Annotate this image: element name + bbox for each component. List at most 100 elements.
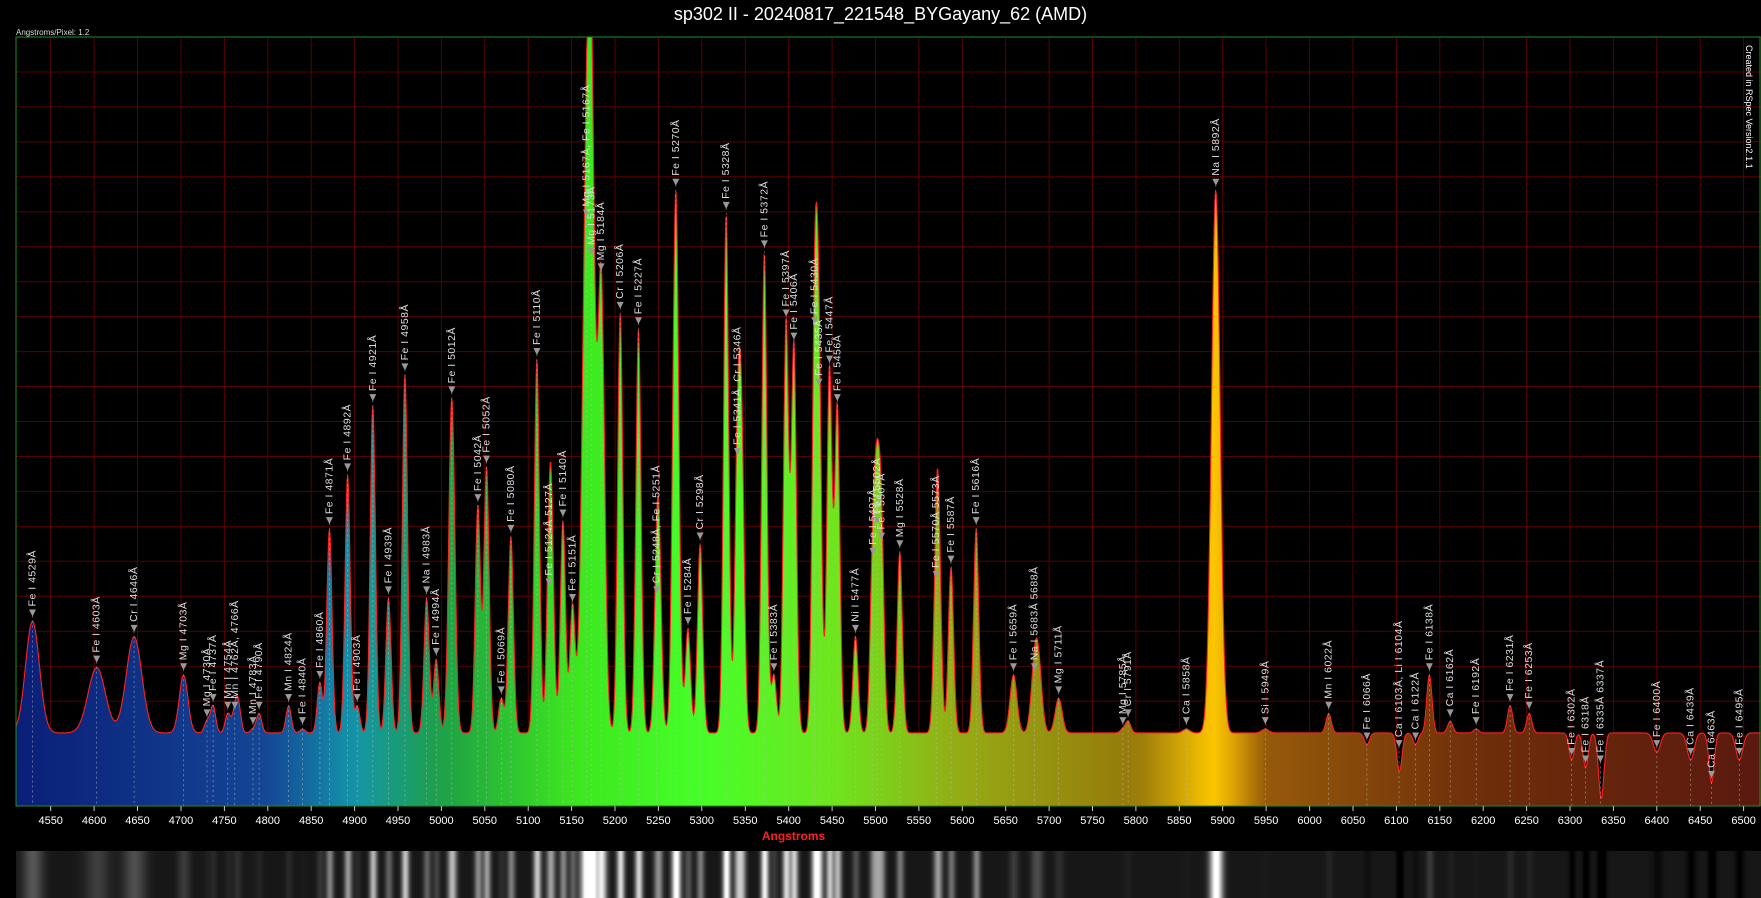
line-label: Fe I 4994Å xyxy=(429,589,442,645)
line-marker-triangle xyxy=(1425,663,1433,671)
line-label: Mg I 5184Å xyxy=(594,202,607,261)
line-marker-triangle xyxy=(770,663,778,671)
line-label: Fe I 6318Å xyxy=(1579,696,1592,752)
line-label: Fe I 5151Å xyxy=(566,535,579,591)
line-marker-triangle xyxy=(1506,694,1514,702)
line-label: Mn I 6022Å xyxy=(1322,640,1335,699)
line-label: Fe I 5616Å xyxy=(969,458,982,514)
line-label: Fe I 5270Å xyxy=(669,119,682,175)
line-label: Fe I 6231Å xyxy=(1503,635,1516,691)
line-label: Fe I 5383Å xyxy=(767,604,780,660)
line-label: Fe I 6253Å xyxy=(1522,642,1535,698)
line-label: Mg I 5711Å xyxy=(1052,625,1065,683)
line-label: Fe I 4892Å xyxy=(341,404,354,460)
x-tick-label: 4750 xyxy=(212,815,236,827)
x-tick-label: 5800 xyxy=(1124,815,1148,827)
x-tick-label: 4550 xyxy=(38,815,62,827)
x-tick-label: 6350 xyxy=(1601,815,1625,827)
x-tick-label: 5100 xyxy=(516,815,540,827)
line-label: Na I 5892Å xyxy=(1209,118,1222,176)
line-label: Fe I 5372Å xyxy=(757,181,770,237)
line-marker-triangle xyxy=(896,540,904,548)
line-label: Na I 4983Å xyxy=(420,526,433,584)
x-tick-label: 6100 xyxy=(1384,815,1408,827)
line-marker-triangle xyxy=(684,617,692,625)
x-axis-title: Angstroms xyxy=(762,829,826,843)
line-label: Fe I 4840Å xyxy=(296,658,309,714)
line-label: Fe I 5570Å 5573Å xyxy=(929,475,942,568)
line-label: Fe I 4790Å xyxy=(252,642,265,698)
line-marker-triangle xyxy=(696,532,704,540)
line-label: Mn I 4762Å, 4766Å xyxy=(228,600,241,698)
line-label: Fe I 5328Å xyxy=(719,142,732,198)
line-marker-triangle xyxy=(1472,717,1480,725)
x-tick-label: 5650 xyxy=(993,815,1017,827)
line-label: Cr I 5298Å xyxy=(693,474,706,529)
line-label: Fe I 6192Å xyxy=(1469,658,1482,714)
line-label: Si I 5949Å xyxy=(1258,661,1271,714)
line-marker-triangle xyxy=(559,509,567,517)
x-tick-label: 5000 xyxy=(429,815,453,827)
line-label: Ca I 6162Å xyxy=(1443,649,1456,707)
line-marker-triangle xyxy=(401,363,409,371)
x-tick-label: 6000 xyxy=(1297,815,1321,827)
x-tick-label: 5250 xyxy=(646,815,670,827)
x-tick-label: 4900 xyxy=(342,815,366,827)
line-marker-triangle xyxy=(497,686,505,694)
x-tick-label: 6200 xyxy=(1471,815,1495,827)
line-label: Cr I 4646Å xyxy=(127,567,140,622)
line-marker-triangle xyxy=(635,317,642,325)
line-label: Ca I 5858Å xyxy=(1179,657,1192,715)
line-label: Fe I 5124Å 5127Å xyxy=(542,483,555,576)
line-marker-triangle xyxy=(1446,709,1454,717)
line-marker-triangle xyxy=(1055,686,1063,694)
line-label: Cr I 5791Å xyxy=(1121,651,1134,706)
line-label: Fe I 4939Å xyxy=(381,527,394,583)
line-label: Fe I 6302Å xyxy=(1565,688,1578,744)
line-label: Cr I 5206Å xyxy=(613,244,626,299)
line-label: Fe I 5406Å xyxy=(787,273,800,329)
line-label: Fe I 6400Å xyxy=(1650,681,1663,737)
x-tick-label: 4700 xyxy=(169,815,193,827)
spectrum-chart: Fe I 4529Å Fe I 4603Å Cr I 4646Å Mg I 4703Å… xyxy=(15,36,1761,843)
x-tick-label: 5350 xyxy=(733,815,757,827)
scale-label: Angstroms/Pixel: 1.2 xyxy=(16,28,90,37)
line-label: Mn I 4824Å xyxy=(282,632,295,691)
x-tick-label: 6400 xyxy=(1645,815,1669,827)
x-tick-label: 5500 xyxy=(863,815,887,827)
line-label: Fe I 5284Å xyxy=(681,558,694,614)
line-marker-triangle xyxy=(224,701,232,709)
line-label: Fe I 5659Å xyxy=(1007,604,1020,660)
line-marker-triangle xyxy=(432,647,440,655)
line-marker-triangle xyxy=(790,332,798,340)
chart-title: sp302 II - 20240817_221548_BYGayany_62 (… xyxy=(673,4,1088,24)
x-tick-label: 5900 xyxy=(1210,815,1234,827)
line-label: Cr I 5248Å, Fe I 5251Å xyxy=(650,465,663,583)
spectrum-barcode-strip xyxy=(16,851,1761,898)
line-label: Fe I 4871Å xyxy=(322,458,335,514)
x-tick-label: 5950 xyxy=(1254,815,1278,827)
line-label: Fe I 5069Å xyxy=(494,627,507,683)
line-marker-triangle xyxy=(722,201,730,209)
line-label: Fe I 4529Å xyxy=(26,550,39,606)
line-label: Ca I 6122Å xyxy=(1409,672,1422,730)
line-label: Fe I 5110Å xyxy=(530,289,543,345)
x-tick-label: 6250 xyxy=(1514,815,1538,827)
line-marker-triangle xyxy=(1261,717,1269,725)
line-label: Fe I 4737Å xyxy=(206,635,219,691)
x-tick-label: 4600 xyxy=(82,815,106,827)
x-tick-label: 5600 xyxy=(950,815,974,827)
x-tick-label: 5850 xyxy=(1167,815,1191,827)
line-label: Fe I 5227Å xyxy=(632,258,645,314)
line-marker-triangle xyxy=(474,494,482,502)
x-tick-label: 5400 xyxy=(776,815,800,827)
line-marker-triangle xyxy=(384,586,392,594)
line-marker-triangle xyxy=(285,694,293,702)
software-credit: Created in RSpec Version2.1.1 xyxy=(1744,45,1754,169)
x-tick-label: 5550 xyxy=(907,815,931,827)
line-label: Fe I 5430Å xyxy=(808,258,821,314)
line-label: Fe I 4860Å xyxy=(313,612,326,668)
x-tick-label: 6300 xyxy=(1558,815,1582,827)
line-label: Fe I 5341Å, Cr I 5346Å xyxy=(730,327,743,445)
line-marker-triangle xyxy=(1212,178,1220,186)
